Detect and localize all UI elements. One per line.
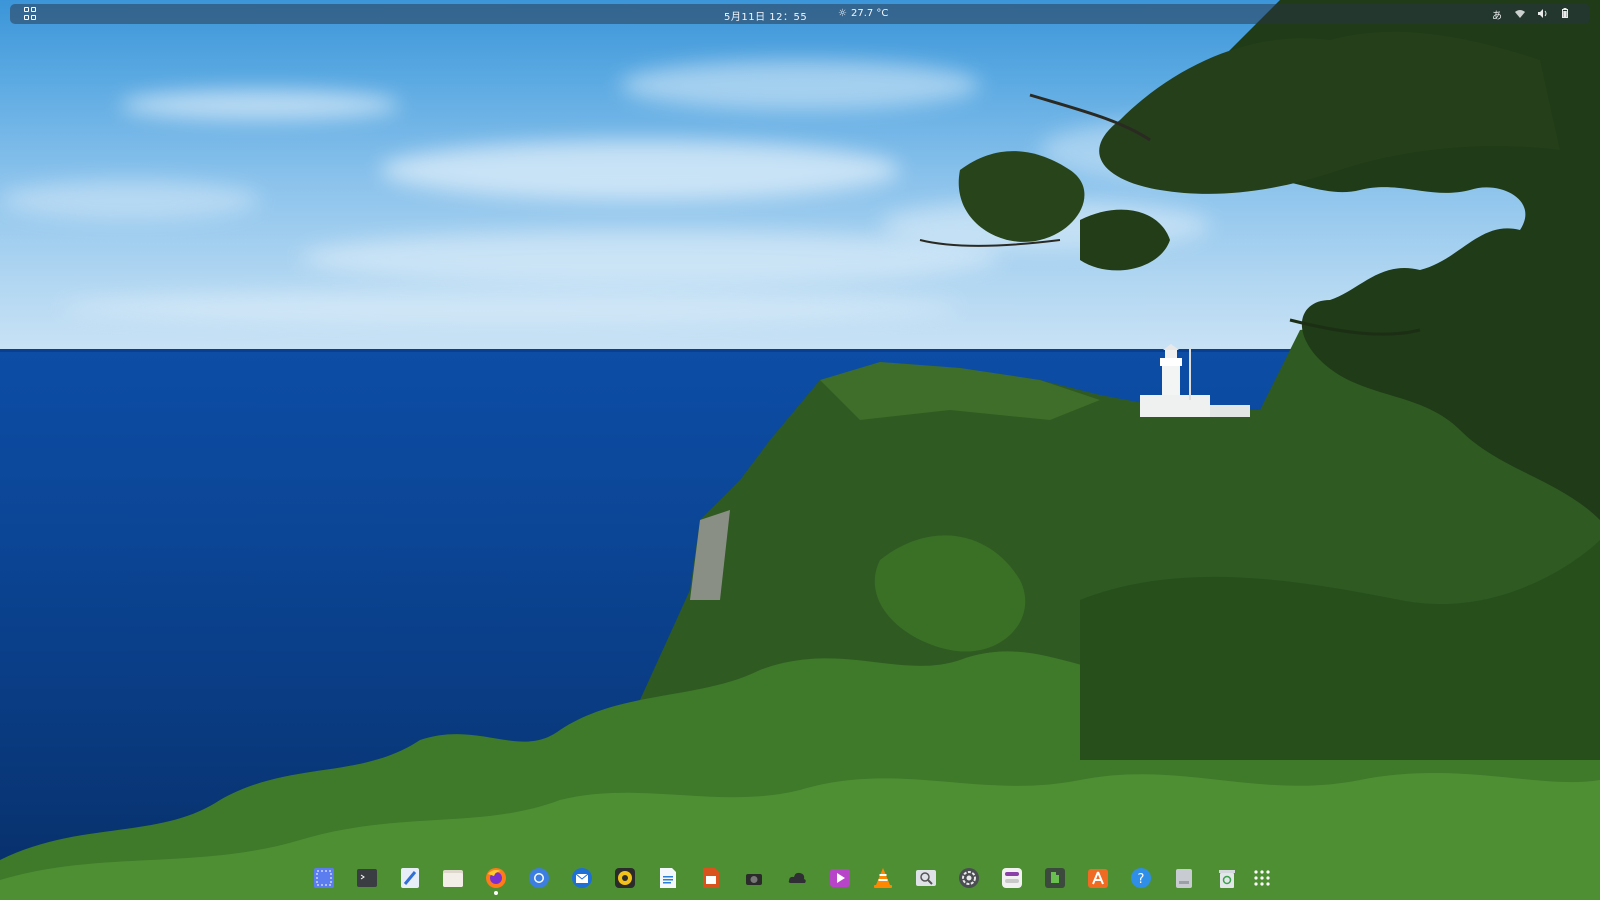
- dock: ?: [312, 864, 1272, 896]
- rhythmbox-launcher[interactable]: [613, 866, 637, 890]
- svg-text:?: ?: [1138, 872, 1145, 887]
- document-icon: [660, 868, 676, 888]
- activities-grid-icon[interactable]: [24, 7, 38, 21]
- running-indicator: [494, 891, 498, 895]
- writer-launcher[interactable]: [656, 866, 680, 890]
- terminal-icon: [357, 869, 377, 887]
- settings-launcher[interactable]: [957, 866, 981, 890]
- mail-icon: [572, 868, 592, 888]
- camera-icon: [746, 874, 762, 885]
- extensions-icon: [1045, 868, 1065, 888]
- sun-icon: ☼: [838, 8, 847, 19]
- help-launcher[interactable]: ?: [1129, 866, 1153, 890]
- battery-icon[interactable]: [1562, 8, 1568, 21]
- screenshot-icon: [314, 868, 334, 888]
- system-tray[interactable]: あ: [1492, 7, 1568, 22]
- temperature: 27.7 °C: [850, 8, 889, 19]
- trash-launcher[interactable]: [1215, 866, 1239, 890]
- settings-icon: [959, 868, 979, 888]
- weather-indicator[interactable]: ☼ 27.7 °C: [838, 8, 888, 19]
- tweaks-launcher[interactable]: [1000, 866, 1024, 890]
- tweaks-icon: [1002, 868, 1022, 888]
- thunderbird-launcher[interactable]: [570, 866, 594, 890]
- disk-launcher[interactable]: [1172, 866, 1196, 890]
- presentation-icon: [703, 868, 719, 888]
- help-icon: ?: [1131, 868, 1151, 888]
- text-editor-launcher[interactable]: [398, 866, 422, 890]
- show-applications-button[interactable]: [1250, 866, 1274, 890]
- cloud-icon: [788, 872, 806, 883]
- trash-icon: [1219, 870, 1235, 888]
- disk-icon: [1176, 869, 1192, 888]
- firefox-icon: [486, 868, 506, 888]
- text-editor-icon: [401, 868, 419, 888]
- camera-launcher[interactable]: [742, 866, 766, 890]
- impress-launcher[interactable]: [699, 866, 723, 890]
- desktop-wallpaper: [0, 0, 1600, 900]
- music-icon: [615, 868, 635, 888]
- video-player-launcher[interactable]: [828, 866, 852, 890]
- chromium-launcher[interactable]: [527, 866, 551, 890]
- lighthouse: [1140, 344, 1250, 417]
- input-method-indicator[interactable]: あ: [1492, 7, 1502, 22]
- software-launcher[interactable]: [1086, 866, 1110, 890]
- volume-icon[interactable]: [1538, 8, 1549, 21]
- image-viewer-icon: [916, 870, 936, 886]
- vlc-launcher[interactable]: [871, 866, 895, 890]
- cliff-and-trees: [0, 0, 1600, 900]
- app-grid-icon: [1254, 870, 1270, 886]
- files-launcher[interactable]: [441, 866, 465, 890]
- image-viewer-launcher[interactable]: [914, 866, 938, 890]
- terminal-launcher[interactable]: [355, 866, 379, 890]
- wifi-icon[interactable]: [1515, 9, 1525, 21]
- folder-icon: [443, 870, 463, 887]
- firefox-launcher[interactable]: [484, 866, 508, 895]
- extensions-launcher[interactable]: [1043, 866, 1067, 890]
- top-panel: 5月11日 12：55 ☼ 27.7 °C あ: [10, 4, 1590, 24]
- vlc-icon: [874, 868, 892, 888]
- software-icon: [1088, 869, 1108, 888]
- video-icon: [830, 869, 850, 887]
- screenshot-launcher[interactable]: [312, 866, 336, 890]
- cloud-app-launcher[interactable]: [785, 866, 809, 890]
- clock[interactable]: 5月11日 12：55: [724, 8, 807, 23]
- chromium-icon: [529, 868, 549, 888]
